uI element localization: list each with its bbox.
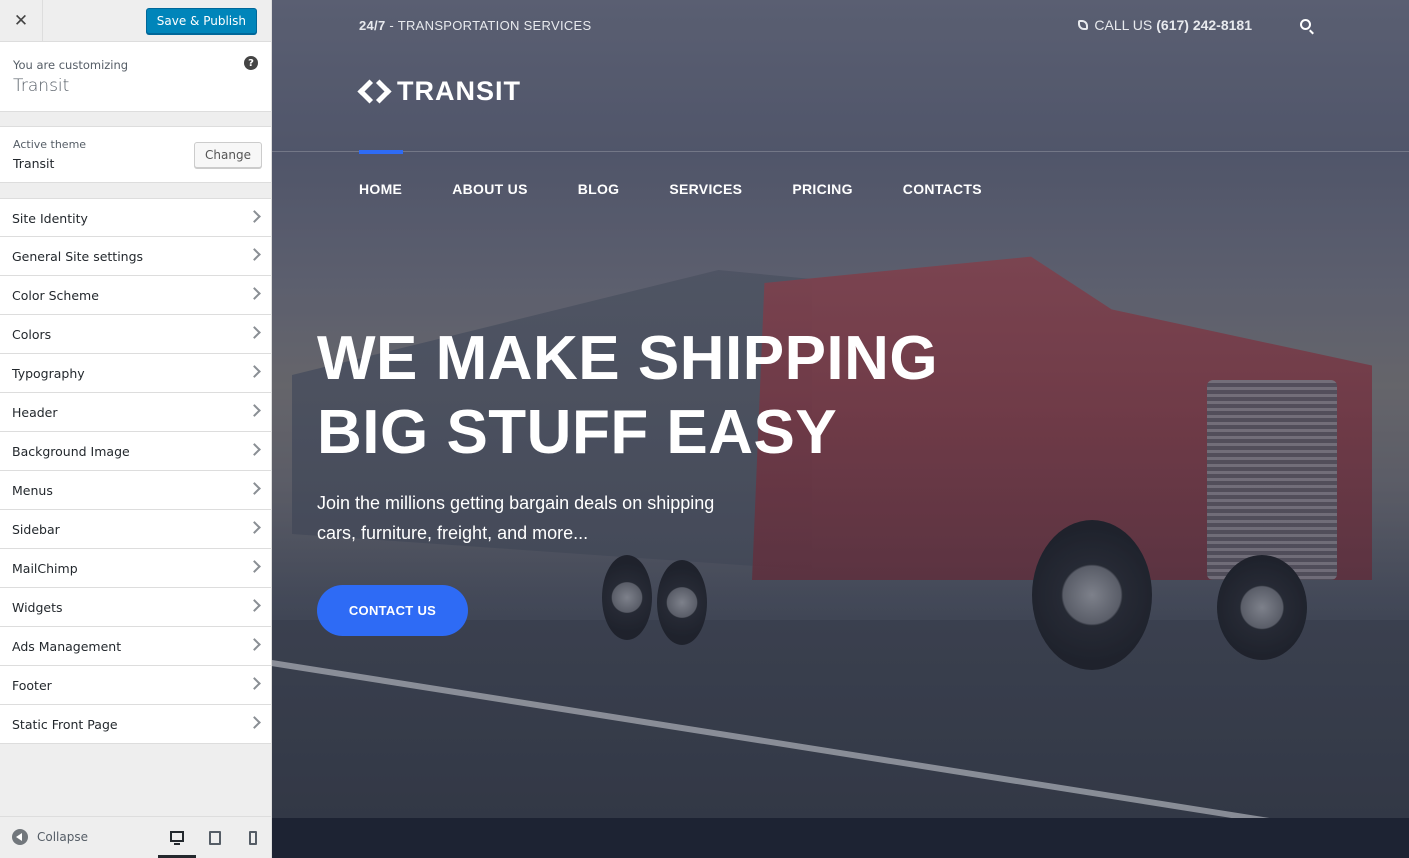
chevron-right-icon <box>248 716 261 729</box>
change-theme-button[interactable]: Change <box>194 142 262 168</box>
main-nav: HOME ABOUT US BLOG SERVICES PRICING CONT… <box>359 181 1032 197</box>
chevron-right-icon <box>248 365 261 378</box>
section-label: Typography <box>12 366 85 381</box>
section-label: Background Image <box>12 444 130 459</box>
collapse-button[interactable]: Collapse <box>12 829 88 845</box>
nav-active-indicator <box>359 150 403 154</box>
preview-desktop-button[interactable] <box>158 817 196 858</box>
section-label: Footer <box>12 678 52 693</box>
section-label: Header <box>12 405 58 420</box>
nav-home[interactable]: HOME <box>359 181 402 197</box>
nav-contacts[interactable]: CONTACTS <box>903 181 982 197</box>
chevron-right-icon <box>248 248 261 261</box>
save-publish-button[interactable]: Save & Publish <box>145 8 257 34</box>
section-site-identity[interactable]: Site Identity <box>0 198 271 237</box>
section-color-scheme[interactable]: Color Scheme <box>0 276 271 315</box>
section-mailchimp[interactable]: MailChimp <box>0 549 271 588</box>
help-icon[interactable]: ? <box>244 56 258 70</box>
chevron-right-icon <box>248 599 261 612</box>
chevron-right-icon <box>248 326 261 339</box>
chevron-right-icon <box>248 404 261 417</box>
section-label: Static Front Page <box>12 717 118 732</box>
hero-headline-line1: WE MAKE SHIPPING <box>317 324 939 393</box>
chevron-right-icon <box>248 482 261 495</box>
customizer-header: ✕ Save & Publish <box>0 0 271 42</box>
section-sidebar[interactable]: Sidebar <box>0 510 271 549</box>
collapse-icon <box>12 829 28 845</box>
logo-text: TRANSIT <box>397 76 521 106</box>
section-label: General Site settings <box>12 249 144 264</box>
tagline-bold: 24/7 <box>359 18 386 33</box>
desktop-icon <box>170 830 184 845</box>
contact-us-button[interactable]: CONTACT US <box>317 585 468 636</box>
section-label: Site Identity <box>12 211 88 226</box>
preview-tablet-button[interactable] <box>196 817 234 858</box>
hero-subtext: Join the millions getting bargain deals … <box>317 493 715 543</box>
section-colors[interactable]: Colors <box>0 315 271 354</box>
chevron-right-icon <box>248 638 261 651</box>
customizing-info: You are customizing Transit ? <box>0 42 271 112</box>
call-us[interactable]: CALL US (617) 242-8181 <box>1078 17 1252 33</box>
section-label: Ads Management <box>12 639 122 654</box>
customizing-label: You are customizing <box>13 58 129 72</box>
phone-icon <box>1078 20 1089 30</box>
chevron-right-icon <box>248 677 261 690</box>
section-background-image[interactable]: Background Image <box>0 432 271 471</box>
nav-about-us[interactable]: ABOUT US <box>452 181 528 197</box>
site-logo[interactable]: TRANSIT <box>359 76 521 107</box>
customizer-sections: Site Identity General Site settings Colo… <box>0 198 271 744</box>
hero-headline: WE MAKE SHIPPING BIG STUFF EASY <box>317 322 1017 470</box>
section-label: Sidebar <box>12 522 60 537</box>
section-footer[interactable]: Footer <box>0 666 271 705</box>
hero-headline-line2: BIG STUFF EASY <box>317 398 838 467</box>
customizer-footer: Collapse <box>0 816 271 858</box>
section-widgets[interactable]: Widgets <box>0 588 271 627</box>
nav-pricing[interactable]: PRICING <box>792 181 852 197</box>
section-general-site-settings[interactable]: General Site settings <box>0 237 271 276</box>
call-label: CALL US <box>1094 17 1153 33</box>
hero-bottom-strip <box>272 818 1409 858</box>
section-label: Color Scheme <box>12 288 99 303</box>
phone-number: (617) 242-8181 <box>1156 17 1252 33</box>
nav-services[interactable]: SERVICES <box>669 181 742 197</box>
section-label: Menus <box>12 483 53 498</box>
nav-blog[interactable]: BLOG <box>578 181 620 197</box>
section-label: MailChimp <box>12 561 78 576</box>
nav-divider <box>272 151 1409 152</box>
collapse-label: Collapse <box>37 830 88 844</box>
logo-icon <box>359 77 389 107</box>
close-button[interactable]: ✕ <box>0 0 43 42</box>
close-icon: ✕ <box>13 11 29 31</box>
tablet-icon <box>209 831 221 845</box>
chevron-right-icon <box>248 521 261 534</box>
search-icon[interactable] <box>1300 19 1311 30</box>
site-preview: 24/7 - TRANSPORTATION SERVICES CALL US (… <box>272 0 1409 858</box>
section-label: Colors <box>12 327 52 342</box>
mobile-icon <box>249 831 257 845</box>
section-ads-management[interactable]: Ads Management <box>0 627 271 666</box>
tagline-text: - TRANSPORTATION SERVICES <box>385 18 592 33</box>
tagline: 24/7 - TRANSPORTATION SERVICES <box>359 18 591 33</box>
section-static-front-page[interactable]: Static Front Page <box>0 705 271 744</box>
chevron-right-icon <box>248 210 261 223</box>
section-header[interactable]: Header <box>0 393 271 432</box>
active-theme-panel: Active theme Transit Change <box>0 126 271 183</box>
preview-mobile-button[interactable] <box>234 817 272 858</box>
customizer-sidebar: ✕ Save & Publish You are customizing Tra… <box>0 0 272 858</box>
section-typography[interactable]: Typography <box>0 354 271 393</box>
section-menus[interactable]: Menus <box>0 471 271 510</box>
chevron-right-icon <box>248 443 261 456</box>
site-title: Transit <box>13 76 70 96</box>
chevron-right-icon <box>248 560 261 573</box>
chevron-right-icon <box>248 287 261 300</box>
section-label: Widgets <box>12 600 63 615</box>
